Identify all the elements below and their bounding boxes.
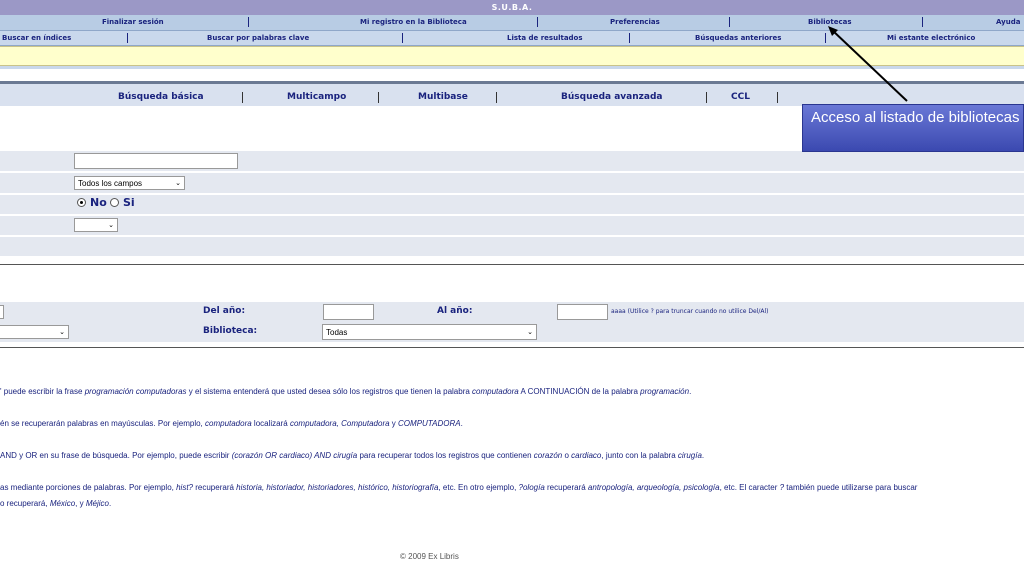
callout-arrow	[828, 26, 908, 102]
callout-box: Acceso al listado de bibliotecas	[802, 104, 1024, 152]
